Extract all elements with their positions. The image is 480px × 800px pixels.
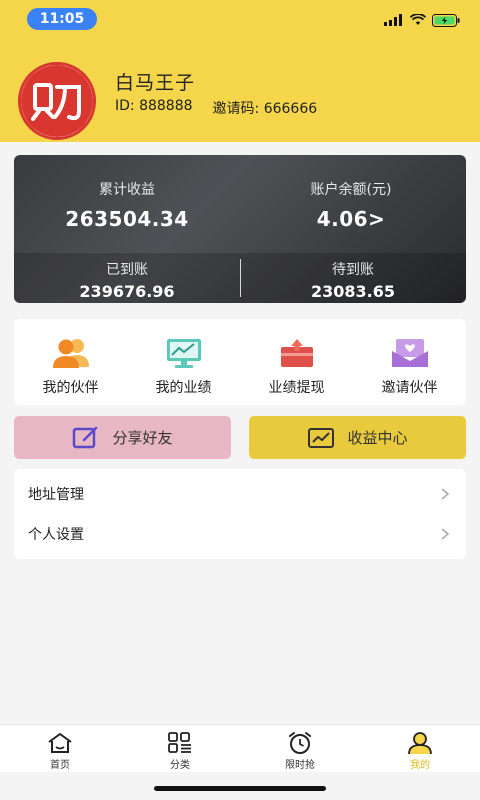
account-balance[interactable]: 账户余额(元) 4.06> bbox=[276, 179, 426, 231]
tab-category[interactable]: 分类 bbox=[120, 725, 240, 772]
status-bar: 11:05 bbox=[0, 0, 480, 40]
tab-label: 我的 bbox=[410, 760, 430, 771]
pending-label: 待到账 bbox=[332, 262, 374, 278]
total-earnings-label: 累计收益 bbox=[99, 182, 155, 198]
grid-item-label: 业绩提现 bbox=[268, 380, 325, 396]
home-indicator[interactable] bbox=[154, 786, 326, 791]
tab-label: 首页 bbox=[50, 760, 70, 771]
grid-item-invite-partners[interactable]: 邀请伙伴 bbox=[353, 319, 466, 405]
received-value: 239676.96 bbox=[79, 282, 175, 301]
tab-home[interactable]: 首页 bbox=[0, 725, 120, 772]
received-earnings: 已到账 239676.96 bbox=[52, 259, 202, 301]
grid-item-label: 我的伙伴 bbox=[42, 380, 99, 396]
user-icon bbox=[408, 732, 432, 755]
wifi-icon bbox=[410, 14, 426, 25]
partners-icon bbox=[52, 339, 89, 368]
home-icon bbox=[48, 733, 72, 753]
menu-item-label: 个人设置 bbox=[28, 527, 84, 543]
user-info: ID: 888888 邀请码: 666666 bbox=[115, 98, 317, 118]
income-center-button[interactable]: 收益中心 bbox=[249, 416, 466, 459]
pending-earnings: 待到账 23083.65 bbox=[278, 259, 428, 301]
menu-item-label: 地址管理 bbox=[28, 487, 84, 503]
chevron-right-icon bbox=[441, 488, 450, 500]
grid-item-label: 我的业绩 bbox=[155, 380, 212, 396]
tab-label: 分类 bbox=[170, 760, 190, 771]
earnings-card: 累计收益 263504.34 账户余额(元) 4.06> 已到账 239676.… bbox=[14, 155, 466, 303]
share-friends-label: 分享好友 bbox=[112, 429, 173, 447]
status-icons bbox=[384, 12, 460, 28]
invite-icon bbox=[391, 339, 428, 367]
pending-value: 23083.65 bbox=[310, 282, 395, 301]
grid-item-withdraw[interactable]: 业绩提现 bbox=[240, 319, 353, 405]
earnings-divider bbox=[240, 259, 241, 297]
share-friends-button[interactable]: 分享好友 bbox=[14, 416, 231, 459]
withdraw-icon bbox=[280, 339, 313, 367]
income-center-label: 收益中心 bbox=[347, 429, 408, 447]
status-time: 11:05 bbox=[27, 8, 97, 30]
bottom-tab-bar: 首页 分类 限时抢 我的 bbox=[0, 724, 480, 772]
performance-icon bbox=[166, 339, 201, 368]
account-balance-value[interactable]: 4.06> bbox=[276, 207, 426, 231]
tab-flash-sale[interactable]: 限时抢 bbox=[240, 725, 360, 772]
received-label: 已到账 bbox=[106, 262, 148, 278]
share-edit-icon bbox=[73, 426, 98, 448]
avatar[interactable] bbox=[18, 62, 96, 140]
settings-menu: 地址管理 个人设置 bbox=[14, 469, 466, 559]
tab-mine[interactable]: 我的 bbox=[360, 725, 480, 772]
shop-logo-icon bbox=[21, 65, 93, 137]
alarm-clock-icon bbox=[289, 732, 311, 754]
feature-grid: 我的伙伴 我的业绩 业绩提现 邀请伙伴 bbox=[14, 319, 466, 405]
trend-chart-icon bbox=[308, 427, 335, 448]
category-icon bbox=[168, 732, 191, 753]
grid-item-my-partners[interactable]: 我的伙伴 bbox=[14, 319, 127, 405]
grid-item-my-performance[interactable]: 我的业绩 bbox=[127, 319, 240, 405]
total-earnings: 累计收益 263504.34 bbox=[52, 179, 202, 231]
profile-header: 11:05 白马王子 ID: 888888 邀请码: 666666 bbox=[0, 0, 480, 142]
total-earnings-value: 263504.34 bbox=[65, 207, 189, 231]
tab-label: 限时抢 bbox=[285, 760, 315, 771]
user-name: 白马王子 bbox=[115, 72, 196, 94]
grid-item-label: 邀请伙伴 bbox=[381, 380, 438, 396]
menu-item-address[interactable]: 地址管理 bbox=[14, 474, 466, 514]
user-id: ID: 888888 bbox=[115, 98, 193, 114]
menu-item-settings[interactable]: 个人设置 bbox=[14, 514, 466, 554]
battery-charging-icon bbox=[432, 13, 460, 27]
invite-code: 邀请码: 666666 bbox=[212, 101, 318, 117]
cellular-signal-icon bbox=[384, 14, 402, 26]
account-balance-label: 账户余额(元) bbox=[310, 182, 392, 198]
chevron-right-icon bbox=[441, 528, 450, 540]
